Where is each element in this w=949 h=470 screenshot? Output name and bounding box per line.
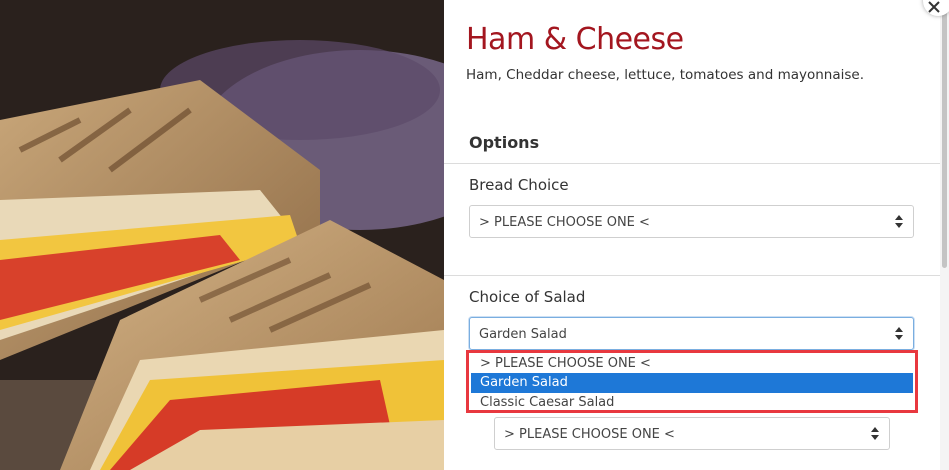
next-option-select[interactable]: > PLEASE CHOOSE ONE < (494, 417, 890, 450)
bread-choice-select[interactable]: > PLEASE CHOOSE ONE < (469, 205, 914, 238)
bread-choice-label: Bread Choice (469, 176, 569, 194)
scrollbar-thumb[interactable] (942, 6, 947, 268)
salad-choice-select[interactable]: Garden Salad (469, 317, 914, 350)
bread-choice-value: > PLEASE CHOOSE ONE < (479, 215, 650, 230)
dropdown-option[interactable]: > PLEASE CHOOSE ONE < (471, 354, 913, 374)
product-options-panel: Ham & Cheese Ham, Cheddar cheese, lettuc… (444, 0, 940, 470)
options-heading: Options (469, 133, 540, 152)
salad-choice-label: Choice of Salad (469, 288, 586, 306)
select-arrows-icon (871, 427, 879, 440)
dropdown-option[interactable]: Classic Caesar Salad (471, 393, 913, 413)
divider (444, 163, 940, 164)
select-arrows-icon (895, 215, 903, 228)
divider (444, 275, 940, 276)
product-title: Ham & Cheese (466, 22, 684, 57)
dropdown-option-selected[interactable]: Garden Salad (471, 373, 913, 393)
scrollbar[interactable] (940, 0, 949, 470)
salad-dropdown-list: > PLEASE CHOOSE ONE < Garden Salad Class… (466, 350, 918, 413)
product-description: Ham, Cheddar cheese, lettuce, tomatoes a… (466, 67, 865, 83)
select-arrows-icon (895, 327, 903, 340)
next-option-value: > PLEASE CHOOSE ONE < (504, 427, 675, 442)
salad-choice-value: Garden Salad (479, 327, 567, 342)
close-button[interactable] (923, 0, 949, 16)
product-image (0, 0, 444, 470)
close-icon (928, 1, 940, 13)
